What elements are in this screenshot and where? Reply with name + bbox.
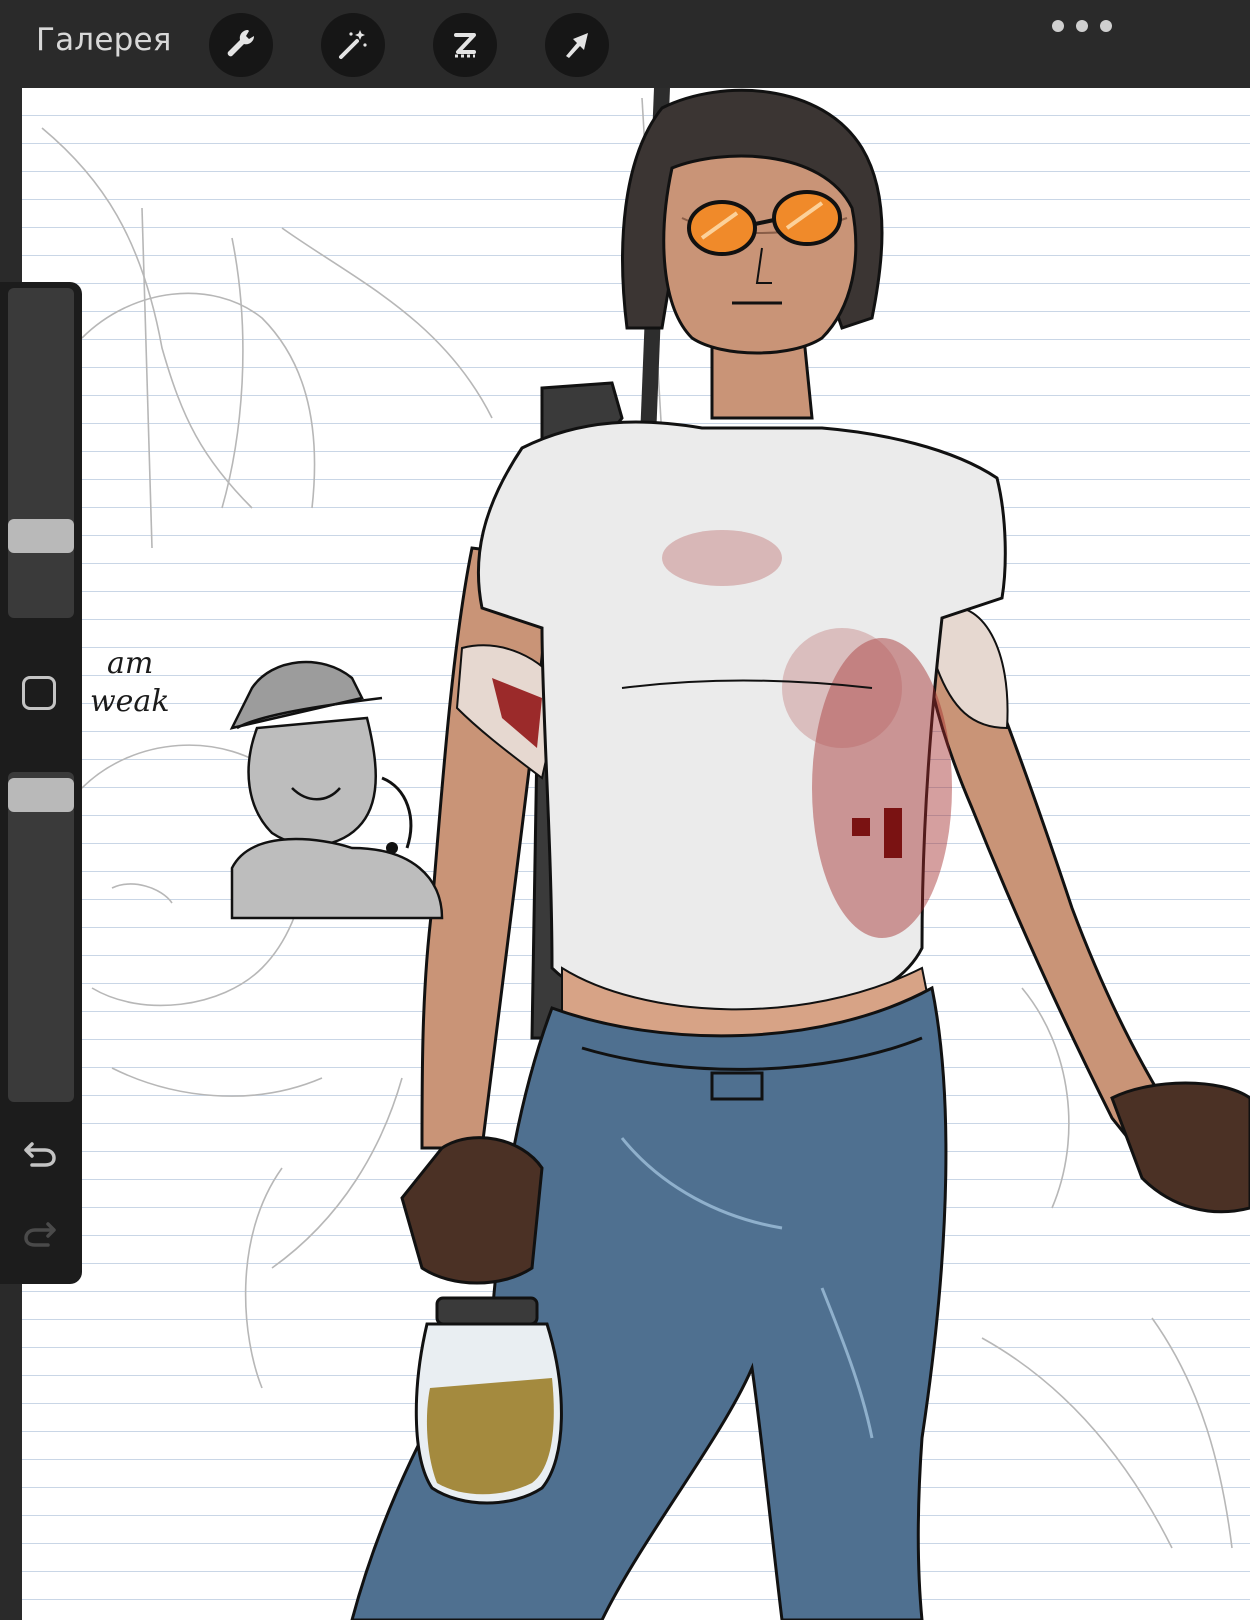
adjustments-button[interactable] bbox=[321, 13, 385, 77]
brush-size-thumb[interactable] bbox=[8, 519, 74, 553]
transform-button[interactable] bbox=[545, 13, 609, 77]
right-glove bbox=[1110, 1081, 1250, 1214]
brush-opacity-slider[interactable] bbox=[8, 772, 74, 1102]
left-arm bbox=[420, 546, 554, 1150]
undo-icon[interactable] bbox=[20, 1132, 60, 1172]
wrench-icon bbox=[227, 29, 255, 57]
gallery-button[interactable]: Галерея bbox=[36, 22, 172, 58]
doodle-text-line1: am bbox=[107, 646, 154, 681]
left-glove bbox=[400, 1136, 544, 1285]
actions-button[interactable] bbox=[209, 13, 273, 77]
more-dots-icon[interactable] bbox=[1052, 12, 1112, 40]
jar bbox=[414, 1296, 563, 1505]
brush-opacity-thumb[interactable] bbox=[8, 778, 74, 812]
selection-s-icon bbox=[454, 33, 476, 58]
selection-button[interactable] bbox=[433, 13, 497, 77]
procreate-app: Галерея am weak bbox=[0, 0, 1250, 1620]
chibi-doodle bbox=[229, 660, 444, 920]
arrow-cursor-icon bbox=[566, 33, 588, 58]
brush-sidebar bbox=[0, 282, 82, 1284]
face bbox=[662, 154, 858, 355]
square-modify-icon[interactable] bbox=[22, 676, 56, 710]
artwork-layer bbox=[41, 88, 1250, 1620]
doodle-text-line2: weak bbox=[90, 684, 170, 719]
redo-icon[interactable] bbox=[20, 1212, 60, 1252]
drawing-canvas[interactable]: am weak bbox=[22, 88, 1250, 1620]
brush-size-slider[interactable] bbox=[8, 288, 74, 618]
magic-wand-icon bbox=[339, 30, 367, 59]
top-toolbar: Галерея bbox=[0, 0, 1250, 88]
